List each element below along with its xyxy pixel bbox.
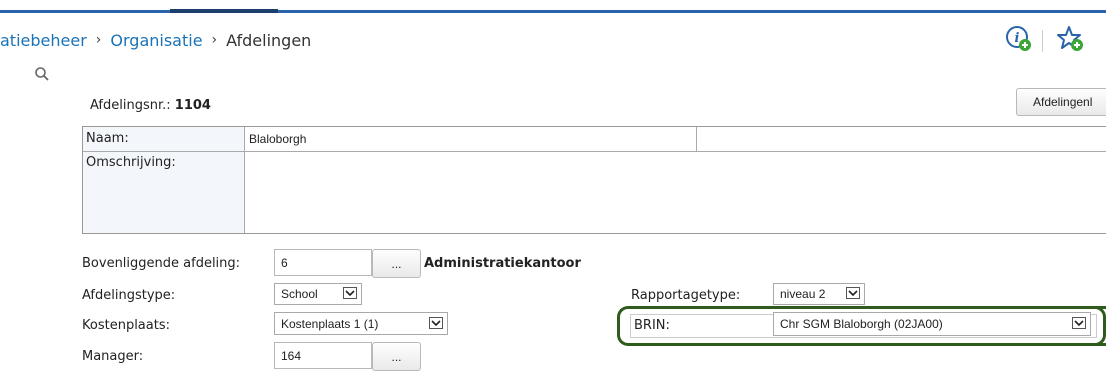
- breadcrumb-item-afdelingen: Afdelingen: [226, 30, 312, 50]
- brin-select[interactable]: Chr SGM Blaloborgh (02JA00): [773, 312, 1091, 336]
- breadcrumb-separator: ›: [211, 32, 218, 48]
- search-icon[interactable]: [34, 66, 50, 82]
- afdelingsnr-field: Afdelingsnr.: 1104: [90, 98, 211, 113]
- breadcrumb-item-beheer[interactable]: atiebeheer: [0, 31, 87, 50]
- afdelingstype-value: School: [281, 287, 318, 301]
- active-tab-indicator: [170, 9, 278, 13]
- breadcrumb-separator: ›: [95, 32, 102, 48]
- afdelingsnr-label: Afdelingsnr.:: [90, 98, 171, 113]
- bovenliggende-name: Administratiekantoor: [424, 256, 581, 271]
- naam-label: Naam:: [86, 131, 129, 146]
- manager-label: Manager:: [82, 349, 144, 364]
- omschrijving-label: Omschrijving:: [86, 155, 176, 170]
- svg-text:i: i: [1015, 31, 1020, 46]
- top-accent-line: [0, 10, 1106, 13]
- naam-input[interactable]: Blaloborgh: [245, 127, 697, 151]
- toolbar-divider: [1042, 30, 1043, 52]
- naam-omschrijving-grid: Naam: Blaloborgh Omschrijving:: [82, 126, 1106, 234]
- rapportagetype-value: niveau 2: [780, 287, 826, 301]
- breadcrumb-item-organisatie[interactable]: Organisatie: [110, 31, 202, 50]
- bovenliggende-lookup-button[interactable]: ...: [372, 249, 421, 278]
- brin-label: BRIN:: [634, 318, 670, 333]
- chevron-down-icon[interactable]: [846, 287, 860, 299]
- omschrijving-textarea[interactable]: [245, 152, 1106, 233]
- chevron-down-icon[interactable]: [1072, 317, 1086, 329]
- rapportagetype-select[interactable]: niveau 2: [773, 283, 865, 305]
- breadcrumb: atiebeheer › Organisatie › Afdelingen: [0, 26, 311, 54]
- info-plus-icon[interactable]: i: [1004, 24, 1034, 54]
- manager-lookup-button[interactable]: ...: [372, 342, 421, 371]
- afdelingstype-label: Afdelingstype:: [82, 288, 176, 303]
- kostenplaats-value: Kostenplaats 1 (1): [281, 316, 379, 331]
- top-bar: [0, 0, 1106, 13]
- afdelingstype-select[interactable]: School: [274, 283, 362, 305]
- afdelingen-button[interactable]: Afdelingenl: [1016, 88, 1106, 116]
- bovenliggende-input[interactable]: 6: [274, 249, 372, 276]
- star-plus-icon[interactable]: [1056, 24, 1086, 54]
- rapportagetype-label: Rapportagetype:: [631, 288, 741, 303]
- kostenplaats-select[interactable]: Kostenplaats 1 (1): [274, 312, 448, 335]
- afdelingsnr-value: 1104: [174, 98, 211, 113]
- manager-input[interactable]: 164: [274, 342, 372, 369]
- chevron-down-icon[interactable]: [429, 316, 443, 329]
- kostenplaats-label: Kostenplaats:: [82, 318, 170, 333]
- chevron-down-icon[interactable]: [343, 287, 357, 299]
- brin-value: Chr SGM Blaloborgh (02JA00): [780, 317, 943, 331]
- bovenliggende-label: Bovenliggende afdeling:: [82, 256, 241, 271]
